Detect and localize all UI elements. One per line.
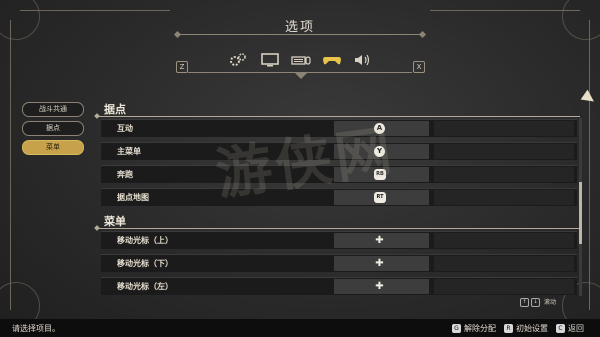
section-divider <box>98 228 580 229</box>
page-title: 选项 <box>284 20 315 35</box>
binding-slot-secondary[interactable] <box>434 256 574 271</box>
sidebar-item-battle-common[interactable]: 战斗共通 <box>22 102 84 117</box>
frame-top-left <box>20 10 170 11</box>
binding-slot-secondary[interactable] <box>434 190 574 205</box>
binding-label: 互动 <box>117 124 133 133</box>
status-message: 请选择项目。 <box>12 324 60 333</box>
binding-slot-primary[interactable]: ✚ <box>334 233 429 248</box>
gamepad-icon[interactable] <box>322 52 342 68</box>
title-divider <box>178 34 422 35</box>
status-bar: 请选择项目。 G 解除分配 R 初始设置 C 返回 <box>0 319 600 337</box>
back-label: 返回 <box>568 324 584 333</box>
gears-icon[interactable] <box>228 52 248 68</box>
tab-prev-key[interactable]: Z <box>176 61 188 73</box>
binding-row[interactable]: 移动光标（上） ✚ <box>101 231 577 249</box>
binding-slot-primary[interactable]: ✚ <box>334 279 429 294</box>
tab-next-key[interactable]: X <box>413 61 425 73</box>
section-title-base: 据点 <box>104 103 126 116</box>
keyboard-mouse-icon[interactable] <box>291 52 311 68</box>
binding-label: 据点地图 <box>117 193 149 202</box>
binding-slot-secondary[interactable] <box>434 279 574 294</box>
sidebar-item-menu[interactable]: 菜单 <box>22 140 84 155</box>
scrollbar-thumb[interactable] <box>579 182 582 244</box>
sidebar-item-base[interactable]: 据点 <box>22 121 84 136</box>
binding-label: 主菜单 <box>117 147 141 156</box>
dpad-left-icon: ✚ <box>375 281 384 292</box>
binding-slot-secondary[interactable] <box>434 233 574 248</box>
reset-label: 初始设置 <box>516 324 548 333</box>
dpad-up-icon: ✚ <box>375 235 384 246</box>
dpad-down-icon: ✚ <box>375 258 384 269</box>
back-action[interactable]: C 返回 <box>556 323 584 334</box>
monitor-icon[interactable] <box>260 52 280 68</box>
button-rt-icon: RT <box>374 192 386 203</box>
scroll-up-key: ↑ <box>520 298 529 307</box>
scroll-down-key: ↓ <box>531 298 540 307</box>
frame-right <box>589 20 590 310</box>
binding-label: 移动光标（左） <box>117 282 173 291</box>
binding-label: 移动光标（下） <box>117 259 173 268</box>
scroll-hint-label: 滚动 <box>544 299 557 306</box>
binding-slot-secondary[interactable] <box>434 121 574 136</box>
speaker-icon[interactable] <box>353 52 373 68</box>
section-title-menu: 菜单 <box>104 215 126 228</box>
binding-row[interactable]: 移动光标（左） ✚ <box>101 277 577 295</box>
frame-left <box>10 20 11 310</box>
binding-slot-primary[interactable]: ✚ <box>334 256 429 271</box>
reset-action[interactable]: R 初始设置 <box>504 323 548 334</box>
binding-slot-secondary[interactable] <box>434 144 574 159</box>
unassign-label: 解除分配 <box>464 324 496 333</box>
key-c-icon: C <box>556 324 565 333</box>
unassign-action[interactable]: G 解除分配 <box>452 323 496 334</box>
key-g-icon: G <box>452 324 461 333</box>
key-r-icon: R <box>504 324 513 333</box>
binding-slot-secondary[interactable] <box>434 167 574 182</box>
scrollbar[interactable] <box>579 118 582 296</box>
active-tab-indicator <box>294 72 308 79</box>
binding-label: 移动光标（上） <box>117 236 173 245</box>
frame-top-right <box>430 10 580 11</box>
binding-label: 奔跑 <box>117 170 133 179</box>
binding-row[interactable]: 移动光标（下） ✚ <box>101 254 577 272</box>
